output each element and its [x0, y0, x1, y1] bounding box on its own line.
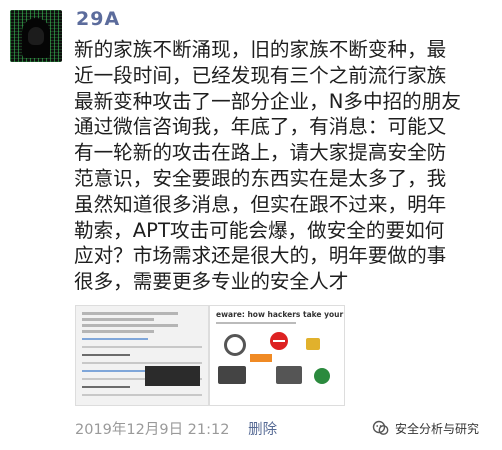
laptop-icon	[218, 366, 246, 384]
post-timestamp: 2019年12月9日 21:12	[75, 422, 230, 438]
post-text-line: 通过微信咨询我，年底了，有消息：可能又	[74, 115, 447, 139]
post-text-line: 很多，需要更多专业的安全人才	[74, 270, 349, 294]
post-text-line: 有一轮新的攻击在路上，请大家提高安全防	[74, 141, 447, 165]
dollar-icon	[314, 368, 330, 384]
post-text-line: 新的家族不断涌现，旧的家族不断变种，最	[74, 38, 447, 61]
account-watermark: 安全分析与研究	[372, 419, 479, 437]
post-image-ransom-note[interactable]	[75, 305, 209, 406]
ransom-note-header	[82, 312, 202, 336]
post-text: 新的家族不断涌现，旧的家族不断变种，最 近一段时间，已经发现有三个之前流行家族 …	[74, 37, 482, 295]
no-entry-icon	[270, 332, 288, 350]
post-text-line: 勒索，APT攻击可能会爆，做安全的要如何	[74, 218, 445, 242]
author-name[interactable]: 29A	[76, 8, 120, 30]
infographic-subtitle-bar	[216, 322, 296, 324]
lock-icon	[306, 338, 320, 350]
post-text-line: 虽然知道很多消息，但实在跟不过来，明年	[74, 192, 447, 216]
post-text-line: 近一段时间，已经发现有三个之前流行家族	[74, 63, 447, 87]
infographic-title: eware: how hackers take your data hostag…	[216, 310, 344, 319]
post-meta: 2019年12月9日 21:12 删除	[75, 418, 277, 439]
post-image-ransomware-infographic[interactable]: eware: how hackers take your data hostag…	[209, 305, 345, 406]
post-text-line: 应对？市场需求还是很大的，明年要做的事	[74, 244, 447, 268]
delete-link[interactable]: 删除	[248, 422, 277, 438]
hooded-face-shadow	[28, 27, 44, 45]
post-text-line: 最新变种攻击了一部分企业，N多中招的朋友	[74, 89, 461, 113]
watermark-text: 安全分析与研究	[395, 421, 480, 436]
warning-bar	[250, 354, 272, 362]
gear-icon	[224, 334, 246, 356]
laptop-icon	[276, 366, 302, 384]
ransom-note-redaction	[145, 366, 200, 386]
post-text-line: 范意识，安全要跟的东西实在是太多了，我	[74, 166, 447, 190]
wechat-channel-icon	[372, 419, 390, 437]
avatar[interactable]	[10, 10, 62, 62]
